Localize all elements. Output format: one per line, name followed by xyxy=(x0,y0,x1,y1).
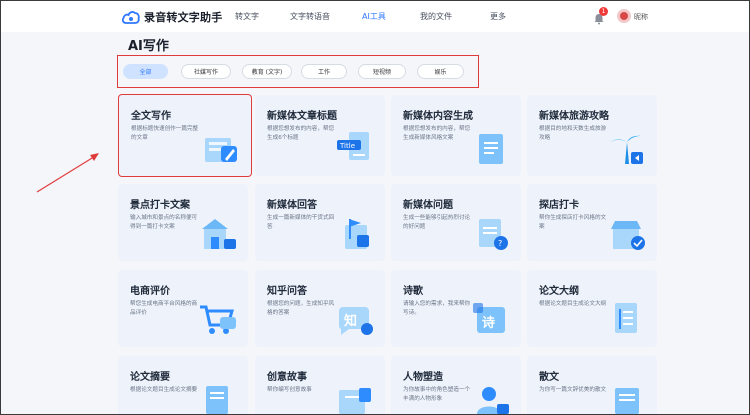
document-icon xyxy=(471,128,511,168)
tool-card[interactable]: 新媒体文章标题根据您想发布的内容，帮您生成6个标题 Title xyxy=(255,95,385,176)
tool-card[interactable]: 散文为你写一篇文辞优美的散文 xyxy=(527,356,657,415)
svg-text:诗: 诗 xyxy=(482,315,495,331)
user-name[interactable]: 昵称 xyxy=(634,12,648,22)
tool-card-title: 论文大纲 xyxy=(539,286,579,297)
avatar[interactable] xyxy=(617,9,631,23)
svg-text:?: ? xyxy=(498,239,502,248)
tool-card-title: 创意故事 xyxy=(267,372,307,383)
tool-card-description: 为你故事中的角色塑造一个丰满的人物形象 xyxy=(403,387,471,402)
tool-card-title: 散文 xyxy=(539,372,559,383)
tool-card-description: 生成一篇新媒体的干货式回答 xyxy=(267,215,335,230)
tool-card-title: 人物塑造 xyxy=(403,372,443,383)
app-name: 录音转文字助手 xyxy=(144,11,223,24)
shop-check-icon xyxy=(607,213,647,253)
tool-card-description: 生成一些能够引起热烈讨论的好问题 xyxy=(403,215,471,230)
app-logo[interactable]: 录音转文字助手 xyxy=(122,9,222,25)
tool-card[interactable]: 论文大纲根据论文题目生成论文大纲 xyxy=(527,270,657,347)
tool-card[interactable]: 电商评价帮您生成电商平台风格的商品评价 xyxy=(118,270,248,347)
tool-card[interactable]: 探店打卡帮你生成探店打卡风格的文案 xyxy=(527,184,657,261)
svg-text:知: 知 xyxy=(344,313,357,329)
tool-card-description: 根据您的问题，生成知乎风格的答案 xyxy=(267,301,335,316)
nav-ai-tools[interactable]: AI工具 xyxy=(362,11,386,22)
tool-card[interactable]: 新媒体旅游攻略根据目的地和天数生成旅游攻略 xyxy=(527,95,657,176)
cart-chat-icon xyxy=(198,299,238,339)
filter-chip-short-video[interactable]: 短视频 xyxy=(358,64,406,79)
tool-card-title: 新媒体回答 xyxy=(267,200,317,211)
tool-card-description: 根据您想发布的内容，帮您生成6个标题 xyxy=(267,126,335,141)
filter-chip-work[interactable]: 工作 xyxy=(301,64,347,79)
story-icon xyxy=(335,378,375,415)
filter-chip-entertainment[interactable]: 娱乐 xyxy=(417,64,464,79)
tool-card[interactable]: 新媒体问题生成一些能够引起热烈讨论的好问题? xyxy=(391,184,521,261)
nav-text-to-speech[interactable]: 文字转语音 xyxy=(290,11,330,22)
abstract-doc-icon xyxy=(198,378,238,415)
tool-card-description: 帮你生成探店打卡风格的文案 xyxy=(539,215,607,230)
nav-more[interactable]: 更多 xyxy=(490,11,506,22)
tool-card-description: 帮你编写创意故事 xyxy=(267,387,312,393)
person-icon xyxy=(471,378,511,415)
tool-card-title: 电商评价 xyxy=(130,286,170,297)
zhihu-chat-icon: 知 xyxy=(335,299,375,339)
tool-card-title: 新媒体内容生成 xyxy=(403,111,473,122)
nav-transcribe[interactable]: 转文字 xyxy=(235,11,259,22)
filter-chip-education[interactable]: 教育 (文字) xyxy=(242,64,292,79)
tool-card[interactable]: 创意故事帮你编写创意故事 xyxy=(255,356,385,415)
tool-card[interactable]: 新媒体内容生成根据您想发布的内容，帮您生成新媒体风格文案 xyxy=(391,95,521,176)
tool-card-description: 根据您想发布的内容，帮您生成新媒体风格文案 xyxy=(403,126,471,141)
filter-chip-social[interactable]: 社媒写作 xyxy=(181,64,231,79)
notification-badge: 1 xyxy=(599,7,608,16)
tool-card[interactable]: 论文摘要根据论文题目生成论文摘要 xyxy=(118,356,248,415)
tool-card[interactable]: 景点打卡文案输入城市和景点的名称便可得到一篇打卡文案 xyxy=(118,184,248,261)
tool-card[interactable]: 人物塑造为你故事中的角色塑造一个丰满的人物形象 xyxy=(391,356,521,415)
svg-text:Title: Title xyxy=(339,142,355,150)
tool-card-description: 根据标题快速创作一篇完整的文章 xyxy=(131,126,199,141)
tool-card[interactable]: 新媒体回答生成一篇新媒体的干货式回答 xyxy=(255,184,385,261)
tool-card-description: 根据论文题目生成论文摘要 xyxy=(130,387,198,393)
title-doc-icon: Title xyxy=(335,128,375,168)
building-icon xyxy=(198,213,238,253)
book-pen-icon xyxy=(201,128,241,168)
filter-chip-all[interactable]: 全部 xyxy=(123,64,168,79)
tool-card[interactable]: 知乎问答根据您的问题，生成知乎风格的答案知 xyxy=(255,270,385,347)
tool-card-title: 景点打卡文案 xyxy=(130,200,190,211)
tool-card-description: 输入城市和景点的名称便可得到一篇打卡文案 xyxy=(130,215,198,230)
top-header: 录音转文字助手 转文字 文字转语音 AI工具 我的文件 更多 1 昵称 xyxy=(0,0,750,32)
tool-card-description: 为你写一篇文辞优美的散文 xyxy=(539,387,607,393)
tool-card-title: 新媒体文章标题 xyxy=(267,111,337,122)
tool-card[interactable]: 诗歌请输入您的需求，我来帮你写诗。诗 xyxy=(391,270,521,347)
tool-card-title: 论文摘要 xyxy=(130,372,170,383)
flag-doc-icon xyxy=(335,213,375,253)
annotation-arrow-icon xyxy=(36,153,99,193)
page-title: AI写作 xyxy=(128,39,169,54)
tool-card-title: 新媒体问题 xyxy=(403,200,453,211)
tool-card[interactable]: 全文写作根据标题快速创作一篇完整的文章 xyxy=(118,94,252,177)
tool-card-title: 全文写作 xyxy=(131,111,171,122)
nav-my-files[interactable]: 我的文件 xyxy=(420,11,452,22)
poem-icon: 诗 xyxy=(471,299,511,339)
prose-doc-icon xyxy=(607,378,647,415)
tool-card-title: 探店打卡 xyxy=(539,200,579,211)
outline-doc-icon xyxy=(607,299,647,339)
tool-card-description: 根据目的地和天数生成旅游攻略 xyxy=(539,126,607,141)
tool-card-description: 帮您生成电商平台风格的商品评价 xyxy=(130,301,198,316)
tool-card-title: 新媒体旅游攻略 xyxy=(539,111,609,122)
cloud-logo-icon xyxy=(122,10,140,24)
tool-card-title: 知乎问答 xyxy=(267,286,307,297)
tool-card-description: 请输入您的需求，我来帮你写诗。 xyxy=(403,301,471,316)
question-doc-icon: ? xyxy=(471,213,511,253)
tool-card-description: 根据论文题目生成论文大纲 xyxy=(539,301,607,307)
tool-card-title: 诗歌 xyxy=(403,286,423,297)
palm-tree-icon xyxy=(607,128,647,168)
